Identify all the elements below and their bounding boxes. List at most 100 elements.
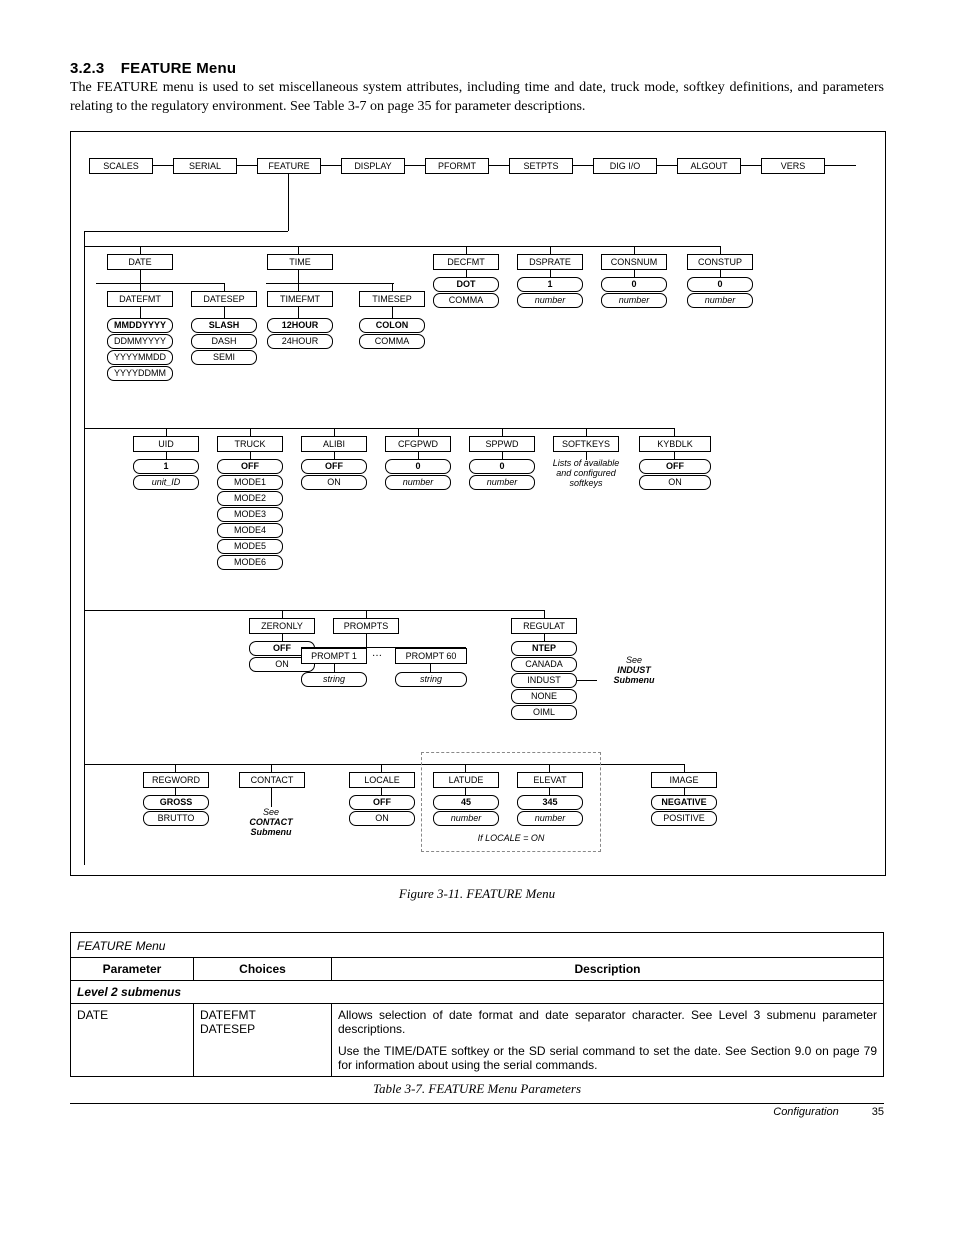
alibi-opt1: ON — [301, 475, 367, 490]
dsprate-opt0: 1 — [517, 277, 583, 292]
prompts-p1: PROMPT 1 — [301, 648, 367, 664]
top-scales: SCALES — [89, 158, 153, 174]
truck-opt6: MODE6 — [217, 555, 283, 570]
row2-sppwd: SPPWD — [469, 436, 535, 452]
sppwd-opt0: 0 — [469, 459, 535, 474]
datesep-opt1: DASH — [191, 334, 257, 349]
row1-datesep: DATESEP — [191, 291, 257, 307]
image-opt1: POSITIVE — [651, 811, 717, 826]
feature-menu-table: FEATURE Menu Parameter Choices Descripti… — [70, 932, 884, 1077]
constup-opt1: number — [687, 293, 753, 308]
uid-opt1: unit_ID — [133, 475, 199, 490]
table-subhead: Level 2 submenus — [71, 980, 884, 1003]
top-vers: VERS — [761, 158, 825, 174]
feature-menu-diagram: SCALES SERIAL FEATURE DISPLAY PFORMT SET… — [70, 131, 886, 876]
kybdlk-opt0: OFF — [639, 459, 711, 474]
regword-opt1: BRUTTO — [143, 811, 209, 826]
elevat-opt1: number — [517, 811, 583, 826]
row2-alibi: ALIBI — [301, 436, 367, 452]
contact-note: See CONTACT Submenu — [235, 808, 307, 838]
locale-opt1: ON — [349, 811, 415, 826]
datesep-opt2: SEMI — [191, 350, 257, 365]
truck-opt1: MODE1 — [217, 475, 283, 490]
table-title: FEATURE Menu — [71, 932, 884, 957]
regulat-opt0: NTEP — [511, 641, 577, 656]
latude-opt0: 45 — [433, 795, 499, 810]
timefmt-opt0: 12HOUR — [267, 318, 333, 333]
elevat-opt0: 345 — [517, 795, 583, 810]
top-serial: SERIAL — [173, 158, 237, 174]
row1-time: TIME — [267, 254, 333, 270]
regulat-note: See INDUST Submenu — [599, 656, 669, 686]
cell-choices: DATEFMT DATESEP — [194, 1003, 332, 1076]
datesep-opt0: SLASH — [191, 318, 257, 333]
row3-regulat: REGULAT — [511, 618, 577, 634]
truck-opt2: MODE2 — [217, 491, 283, 506]
row1-decfmt: DECFMT — [433, 254, 499, 270]
dsprate-opt1: number — [517, 293, 583, 308]
cell-desc: Allows selection of date format and date… — [332, 1003, 884, 1076]
table-caption: Table 3-7. FEATURE Menu Parameters — [70, 1081, 884, 1097]
section-number: 3.2.3 — [70, 60, 104, 77]
truck-opt0: OFF — [217, 459, 283, 474]
decfmt-opt1: COMMA — [433, 293, 499, 308]
row1-constup: CONSTUP — [687, 254, 753, 270]
row2-cfgpwd: CFGPWD — [385, 436, 451, 452]
regword-opt0: GROSS — [143, 795, 209, 810]
figure-caption: Figure 3-11. FEATURE Menu — [70, 886, 884, 902]
row4-contact: CONTACT — [239, 772, 305, 788]
row3-prompts: PROMPTS — [333, 618, 399, 634]
regulat-opt3: NONE — [511, 689, 577, 704]
row1-timesep: TIMESEP — [359, 291, 425, 307]
consnum-opt0: 0 — [601, 277, 667, 292]
datefmt-opt3: YYYYDDMM — [107, 366, 173, 381]
prompts-p60: PROMPT 60 — [395, 648, 467, 664]
regulat-opt4: OIML — [511, 705, 577, 720]
row4-regword: REGWORD — [143, 772, 209, 788]
regulat-opt2: INDUST — [511, 673, 577, 688]
page-footer: Configuration 35 — [70, 1103, 884, 1118]
row1-date: DATE — [107, 254, 173, 270]
latude-opt1: number — [433, 811, 499, 826]
top-algout: ALGOUT — [677, 158, 741, 174]
alibi-opt0: OFF — [301, 459, 367, 474]
row1-timefmt: TIMEFMT — [267, 291, 333, 307]
section-heading: 3.2.3 FEATURE Menu — [70, 60, 884, 77]
top-pformt: PFORMT — [425, 158, 489, 174]
datefmt-opt1: DDMMYYYY — [107, 334, 173, 349]
timesep-opt1: COMMA — [359, 334, 425, 349]
prompts-ellipsis: … — [372, 648, 382, 659]
row4-image: IMAGE — [651, 772, 717, 788]
locale-note: If LOCALE = ON — [461, 834, 561, 844]
top-feature: FEATURE — [257, 158, 321, 174]
truck-opt5: MODE5 — [217, 539, 283, 554]
cfgpwd-opt1: number — [385, 475, 451, 490]
section-title: FEATURE Menu — [121, 60, 236, 77]
consnum-opt1: number — [601, 293, 667, 308]
row4-locale: LOCALE — [349, 772, 415, 788]
intro-paragraph: The FEATURE menu is used to set miscella… — [70, 79, 884, 117]
datefmt-opt2: YYYYMMDD — [107, 350, 173, 365]
cfgpwd-opt0: 0 — [385, 459, 451, 474]
truck-opt3: MODE3 — [217, 507, 283, 522]
regulat-opt1: CANADA — [511, 657, 577, 672]
top-setpts: SETPTS — [509, 158, 573, 174]
th-parameter: Parameter — [71, 957, 194, 980]
row2-kybdlk: KYBDLK — [639, 436, 711, 452]
cell-param: DATE — [71, 1003, 194, 1076]
constup-opt0: 0 — [687, 277, 753, 292]
th-choices: Choices — [194, 957, 332, 980]
timefmt-opt1: 24HOUR — [267, 334, 333, 349]
row2-softkeys: SOFTKEYS — [553, 436, 619, 452]
row1-consnum: CONSNUM — [601, 254, 667, 270]
footer-page: 35 — [872, 1106, 884, 1118]
footer-label: Configuration — [773, 1106, 838, 1118]
top-display: DISPLAY — [341, 158, 405, 174]
row3-zeronly: ZERONLY — [249, 618, 315, 634]
truck-opt4: MODE4 — [217, 523, 283, 538]
row1-datefmt: DATEFMT — [107, 291, 173, 307]
top-digio: DIG I/O — [593, 158, 657, 174]
image-opt0: NEGATIVE — [651, 795, 717, 810]
th-description: Description — [332, 957, 884, 980]
timesep-opt0: COLON — [359, 318, 425, 333]
